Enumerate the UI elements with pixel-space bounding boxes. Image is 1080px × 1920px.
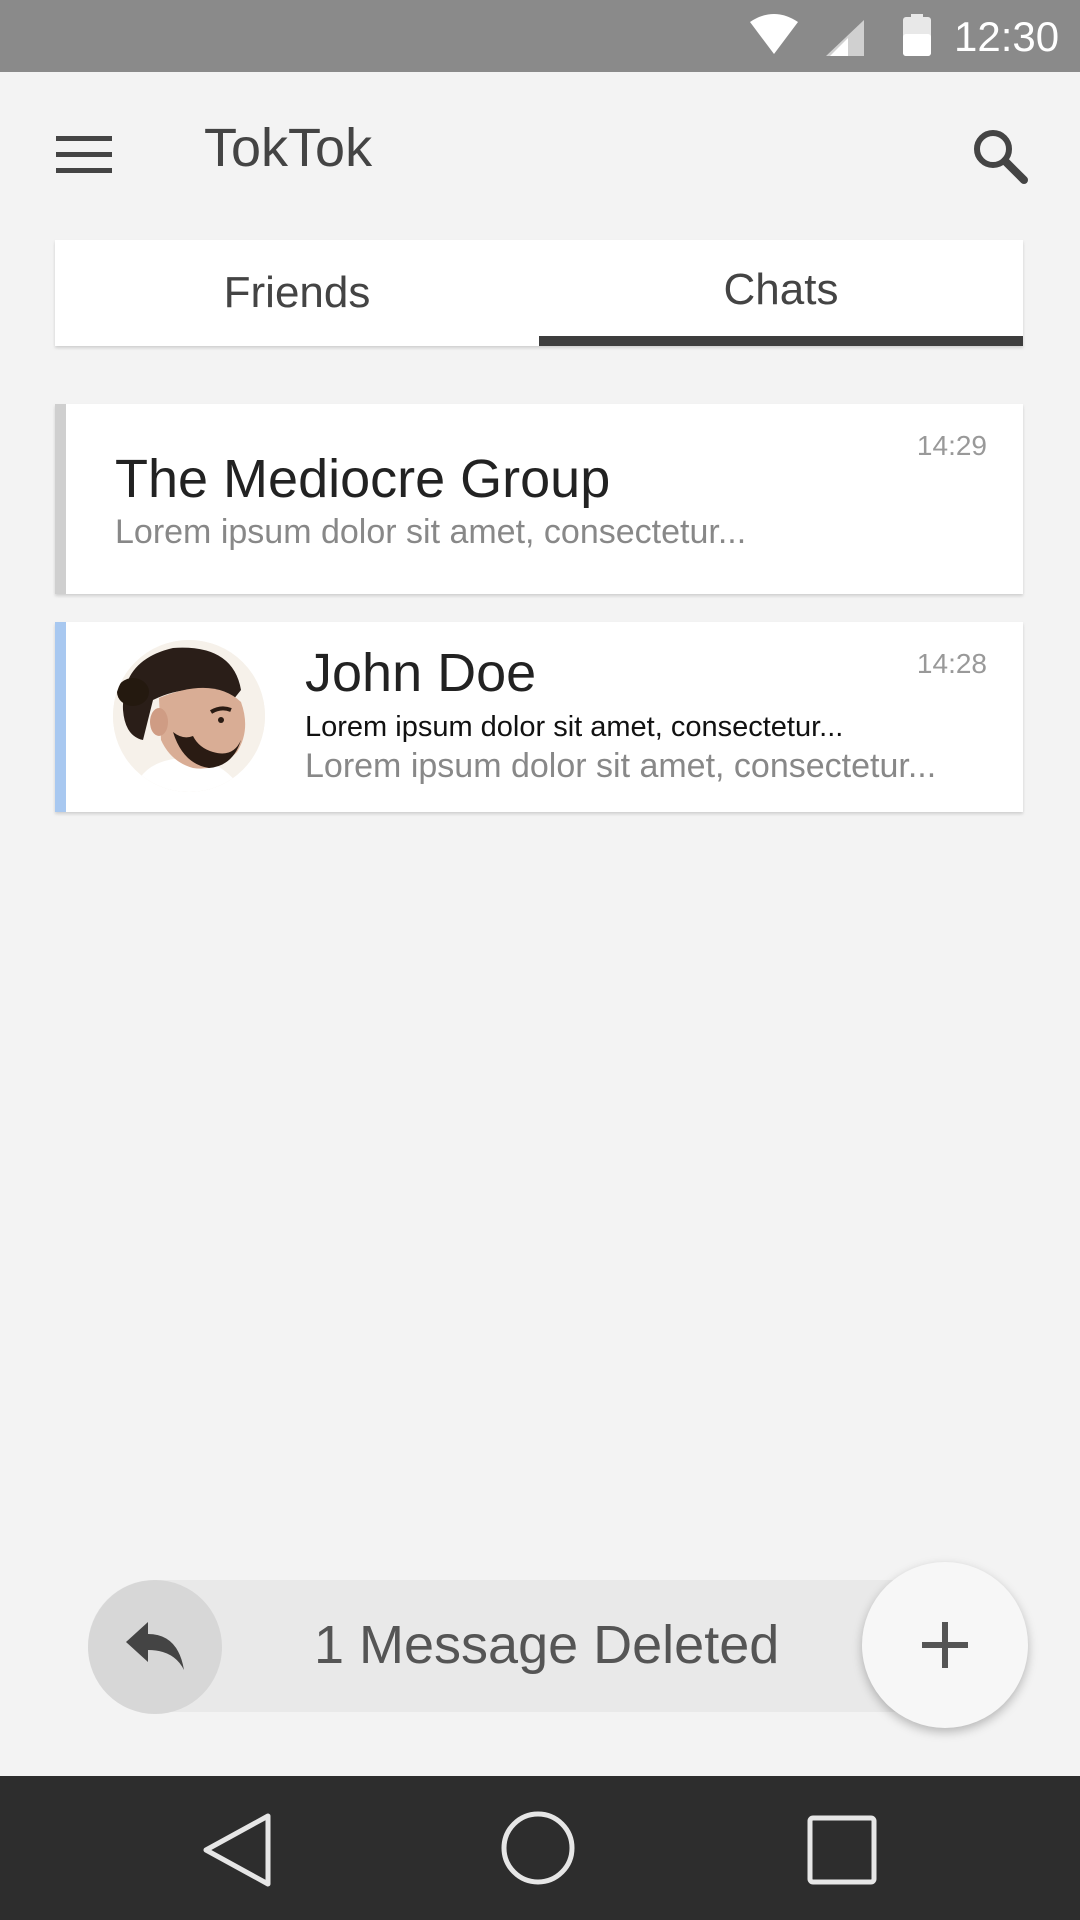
chat-accent-bar (55, 404, 66, 594)
new-chat-fab[interactable] (862, 1562, 1028, 1728)
avatar-portrait (113, 640, 265, 792)
tab-friends[interactable]: Friends (55, 240, 539, 346)
chat-preview-unread: Lorem ipsum dolor sit amet, consectetur.… (305, 711, 844, 743)
home-icon[interactable] (500, 1810, 576, 1886)
chat-item-john-doe[interactable]: 14:28 John Doe Lorem ipsum dolor sit ame… (55, 622, 1023, 812)
recent-apps-icon[interactable] (806, 1814, 878, 1886)
chat-time: 14:29 (916, 430, 987, 461)
tab-chats[interactable]: Chats (539, 240, 1023, 346)
chat-item-the-mediocre-group[interactable]: 14:29 The Mediocre Group Lorem ipsum dol… (55, 404, 1023, 594)
signal-icon (826, 20, 864, 56)
tab-friends-label: Friends (223, 268, 371, 317)
status-bar: 12:30 (0, 0, 1080, 72)
undo-button[interactable] (88, 1580, 222, 1714)
menu-icon[interactable] (56, 134, 112, 176)
tab-chats-label: Chats (723, 265, 839, 314)
chat-time: 14:28 (916, 648, 987, 679)
chat-name: John Doe (305, 643, 537, 703)
snackbar: 1 Message Deleted (88, 1580, 958, 1714)
wifi-icon (750, 14, 798, 54)
back-icon[interactable] (200, 1812, 276, 1888)
chat-accent-bar (55, 622, 66, 812)
tab-bar: Friends Chats (55, 240, 1023, 346)
plus-icon (922, 1622, 968, 1668)
battery-icon (903, 14, 931, 56)
avatar (113, 640, 265, 792)
undo-icon (126, 1622, 184, 1670)
snackbar-message: 1 Message Deleted (314, 1615, 780, 1675)
app-title: TokTok (204, 118, 373, 178)
chat-preview: Lorem ipsum dolor sit amet, consectetur.… (115, 513, 747, 551)
chat-name: The Mediocre Group (115, 449, 611, 509)
search-icon[interactable] (970, 126, 1030, 186)
app-bar: TokTok (0, 72, 1080, 232)
tab-indicator (539, 336, 1023, 346)
navigation-bar (0, 1776, 1080, 1920)
status-time: 12:30 (954, 13, 1060, 60)
chat-preview: Lorem ipsum dolor sit amet, consectetur.… (305, 747, 937, 785)
